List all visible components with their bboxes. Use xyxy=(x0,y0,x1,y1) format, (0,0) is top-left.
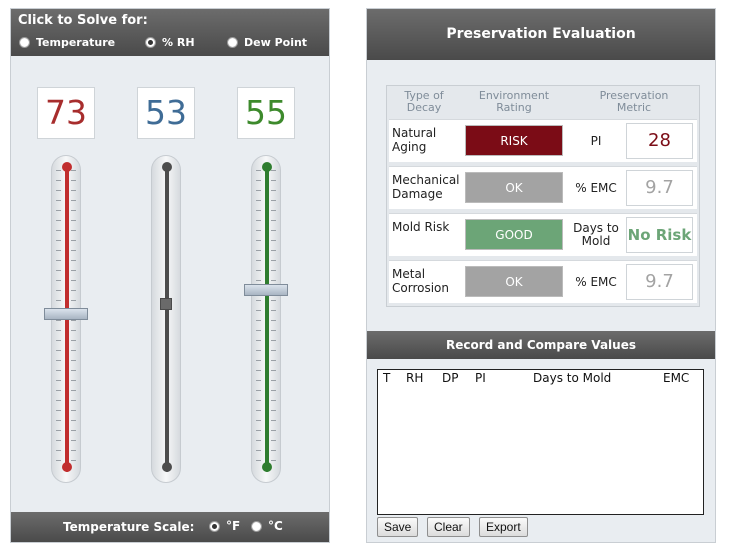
rating-badge: OK xyxy=(465,266,563,297)
metric-value: 9.7 xyxy=(626,170,693,206)
temperature-slider[interactable] xyxy=(44,155,88,483)
save-button[interactable]: Save xyxy=(377,517,419,537)
solve-temperature-label: Temperature xyxy=(36,36,116,49)
temperature-scale-bar: Temperature Scale: °F °C xyxy=(11,512,329,542)
scale-fahrenheit-label: °F xyxy=(226,519,241,533)
solve-dew-point-option[interactable]: Dew Point xyxy=(227,36,307,49)
decay-type-label: Mechanical Damage xyxy=(392,173,460,201)
scale-fahrenheit-option[interactable]: °F xyxy=(209,519,240,533)
dew-point-slider-handle[interactable] xyxy=(244,284,288,296)
header-type-of-decay: Type of Decay xyxy=(404,89,444,114)
scale-ticks xyxy=(271,170,276,470)
row-mechanical-damage: Mechanical Damage OK % EMC 9.7 xyxy=(389,166,697,209)
metric-value: 9.7 xyxy=(626,264,693,300)
temperature-slider-handle[interactable] xyxy=(44,308,88,320)
scale-celsius-label: °C xyxy=(268,519,283,533)
radio-icon[interactable] xyxy=(19,37,30,48)
column-pi: PI xyxy=(475,371,486,385)
scale-ticks xyxy=(56,170,61,470)
rating-badge: GOOD xyxy=(465,219,563,250)
dew-point-value: 55 xyxy=(237,87,295,139)
solve-rh-option[interactable]: % RH xyxy=(145,36,195,49)
column-dp: DP xyxy=(442,371,459,385)
decay-type-label: Mold Risk xyxy=(392,220,450,234)
solve-for-title: Click to Solve for: xyxy=(18,13,148,28)
solve-dew-point-label: Dew Point xyxy=(244,36,308,49)
preservation-panel: Preservation Evaluation Type of Decay En… xyxy=(366,8,716,543)
rh-slider[interactable] xyxy=(151,155,181,483)
row-mold-risk: Mold Risk GOOD Days to Mold No Risk xyxy=(389,213,697,256)
rating-badge: OK xyxy=(465,172,563,203)
scale-ticks xyxy=(71,170,76,470)
climate-input-panel: Click to Solve for: Temperature % RH Dew… xyxy=(10,8,330,543)
export-button[interactable]: Export xyxy=(479,517,528,537)
record-compare-title: Record and Compare Values xyxy=(367,331,715,359)
metric-value: 28 xyxy=(626,123,693,159)
solve-temperature-option[interactable]: Temperature xyxy=(19,36,115,49)
column-t: T xyxy=(383,371,391,385)
metric-label: PI xyxy=(590,133,602,148)
record-compare-list[interactable]: T RH DP PI Days to Mold EMC xyxy=(377,369,704,515)
rh-value: 53 xyxy=(137,87,195,139)
dew-point-slider[interactable] xyxy=(244,155,288,483)
solve-for-header: Click to Solve for: Temperature % RH Dew… xyxy=(11,9,329,56)
rod-end-dot xyxy=(62,462,72,472)
rod-end-dot xyxy=(262,162,272,172)
header-preservation-metric: Preservation Metric xyxy=(599,89,669,114)
decay-type-label: Metal Corrosion xyxy=(392,267,449,295)
rh-slider-handle[interactable] xyxy=(160,298,172,310)
row-natural-aging: Natural Aging RISK PI 28 xyxy=(389,119,697,162)
rod-end-dot xyxy=(262,462,272,472)
header-environment-rating: Environment Rating xyxy=(478,89,550,114)
solve-rh-label: % RH xyxy=(162,36,195,49)
column-days-to-mold: Days to Mold xyxy=(533,371,612,385)
dew-point-rod xyxy=(265,166,269,472)
preservation-evaluation-title: Preservation Evaluation xyxy=(367,9,715,60)
decay-type-label: Natural Aging xyxy=(392,126,437,154)
rating-badge: RISK xyxy=(465,125,563,156)
rh-rod xyxy=(165,166,169,472)
evaluation-table: Type of Decay Environment Rating Preserv… xyxy=(386,85,700,307)
metric-label: % EMC xyxy=(575,180,617,195)
rod-end-dot xyxy=(162,462,172,472)
radio-selected-icon[interactable] xyxy=(209,520,220,532)
column-emc: EMC xyxy=(663,371,690,385)
rod-end-dot xyxy=(162,162,172,172)
radio-selected-icon[interactable] xyxy=(145,37,156,48)
metric-label: Days to Mold xyxy=(573,221,619,248)
row-metal-corrosion: Metal Corrosion OK % EMC 9.7 xyxy=(389,260,697,303)
radio-icon[interactable] xyxy=(251,520,262,532)
temperature-scale-label: Temperature Scale: xyxy=(63,520,195,534)
metric-value: No Risk xyxy=(626,217,693,253)
clear-button[interactable]: Clear xyxy=(427,517,470,537)
scale-celsius-option[interactable]: °C xyxy=(251,519,283,533)
temperature-value: 73 xyxy=(37,87,95,139)
scale-ticks xyxy=(256,170,261,470)
radio-icon[interactable] xyxy=(227,37,238,48)
rod-end-dot xyxy=(62,162,72,172)
metric-label: % EMC xyxy=(575,274,617,289)
column-rh: RH xyxy=(406,371,424,385)
